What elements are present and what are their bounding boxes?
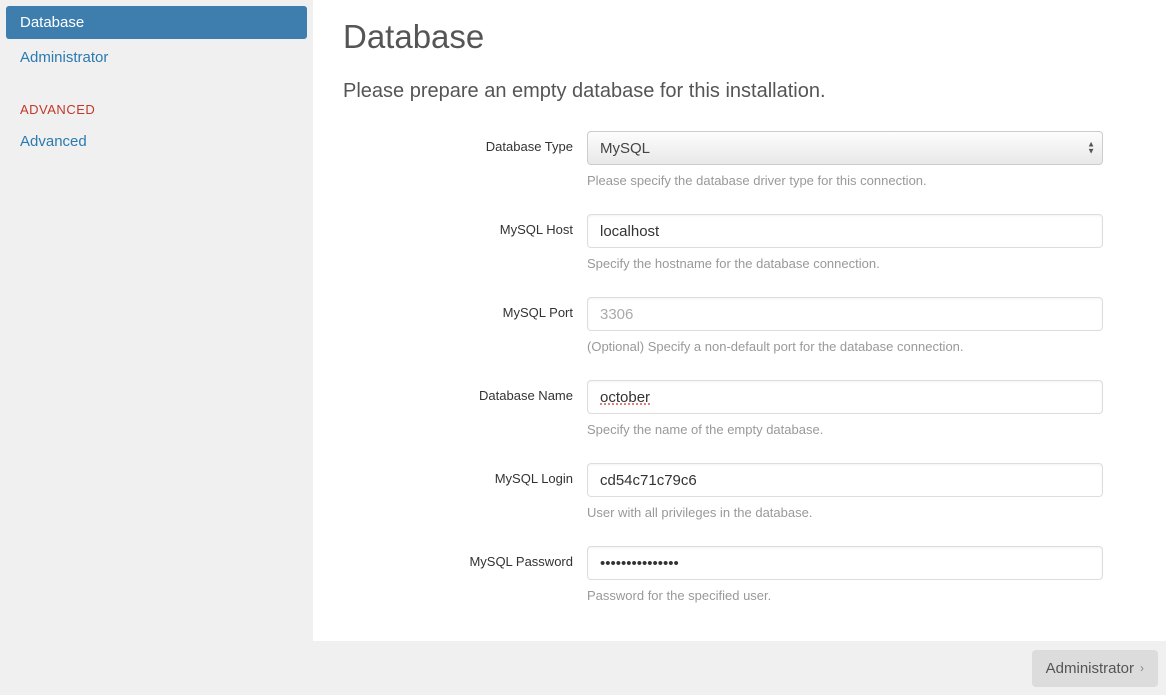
sidebar-item-advanced[interactable]: Advanced bbox=[6, 123, 307, 160]
next-button-label: Administrator bbox=[1046, 660, 1134, 677]
help-database-type: Please specify the database driver type … bbox=[587, 173, 1103, 188]
page-title: Database bbox=[343, 18, 1136, 56]
select-database-type[interactable]: MySQL bbox=[587, 131, 1103, 165]
label-mysql-password: MySQL Password bbox=[343, 546, 587, 569]
row-mysql-password: MySQL Password Password for the specifie… bbox=[343, 546, 1136, 603]
row-database-type: Database Type MySQL ▲▼ Please specify th… bbox=[343, 131, 1136, 188]
sidebar-item-administrator[interactable]: Administrator bbox=[6, 39, 307, 76]
footer: Administrator › bbox=[0, 641, 1166, 695]
sidebar: Database Administrator ADVANCED Advanced bbox=[0, 0, 313, 695]
chevron-right-icon: › bbox=[1140, 661, 1144, 675]
help-database-name: Specify the name of the empty database. bbox=[587, 422, 1103, 437]
label-mysql-host: MySQL Host bbox=[343, 214, 587, 237]
help-mysql-password: Password for the specified user. bbox=[587, 588, 1103, 603]
help-mysql-login: User with all privileges in the database… bbox=[587, 505, 1103, 520]
main-panel: Database Please prepare an empty databas… bbox=[313, 0, 1166, 695]
select-database-type-value: MySQL bbox=[600, 140, 650, 157]
help-mysql-host: Specify the hostname for the database co… bbox=[587, 256, 1103, 271]
row-mysql-port: MySQL Port (Optional) Specify a non-defa… bbox=[343, 297, 1136, 354]
sidebar-heading-advanced: ADVANCED bbox=[6, 76, 307, 123]
page-subtitle: Please prepare an empty database for thi… bbox=[343, 80, 1136, 103]
help-mysql-port: (Optional) Specify a non-default port fo… bbox=[587, 339, 1103, 354]
label-mysql-login: MySQL Login bbox=[343, 463, 587, 486]
row-mysql-host: MySQL Host Specify the hostname for the … bbox=[343, 214, 1136, 271]
label-database-type: Database Type bbox=[343, 131, 587, 154]
input-database-name[interactable] bbox=[587, 380, 1103, 414]
row-mysql-login: MySQL Login User with all privileges in … bbox=[343, 463, 1136, 520]
input-mysql-host[interactable] bbox=[587, 214, 1103, 248]
next-button[interactable]: Administrator › bbox=[1032, 650, 1158, 687]
label-mysql-port: MySQL Port bbox=[343, 297, 587, 320]
row-database-name: Database Name Specify the name of the em… bbox=[343, 380, 1136, 437]
input-mysql-login[interactable] bbox=[587, 463, 1103, 497]
sidebar-item-database[interactable]: Database bbox=[6, 6, 307, 39]
input-mysql-password[interactable] bbox=[587, 546, 1103, 580]
input-mysql-port[interactable] bbox=[587, 297, 1103, 331]
label-database-name: Database Name bbox=[343, 380, 587, 403]
